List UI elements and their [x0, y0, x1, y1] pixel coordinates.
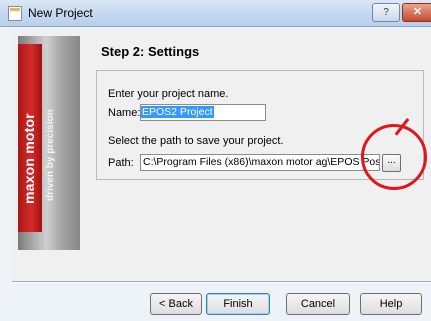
back-button[interactable]: < Back	[150, 293, 202, 315]
finish-button[interactable]: Finish	[206, 293, 270, 315]
brand-banner: maxon motor driven by precision	[18, 36, 80, 250]
project-path-value: C:\Program Files (x86)\maxon motor ag\EP…	[143, 156, 380, 168]
project-name-input[interactable]: EPOS2 Project	[140, 104, 266, 121]
window-icon	[8, 6, 22, 21]
close-icon[interactable]: ✕	[402, 3, 431, 22]
brand-logo-text: maxon motor	[21, 113, 37, 204]
name-prompt: Enter your project name.	[108, 88, 229, 100]
help-icon[interactable]: ?	[372, 3, 400, 22]
brand-tagline: driven by precision	[45, 109, 56, 201]
window-title: New Project	[28, 6, 93, 20]
name-label: Name:	[108, 107, 141, 119]
cancel-button[interactable]: Cancel	[286, 293, 350, 315]
project-path-input[interactable]: C:\Program Files (x86)\maxon motor ag\EP…	[140, 154, 380, 171]
title-bar: New Project ? ✕	[0, 0, 431, 27]
path-label: Path:	[108, 157, 134, 169]
button-separator	[12, 281, 431, 283]
step-title: Step 2: Settings	[101, 44, 200, 59]
project-name-value: EPOS2 Project	[141, 106, 214, 118]
path-prompt: Select the path to save your project.	[108, 135, 284, 147]
help-button[interactable]: Help	[360, 293, 422, 315]
